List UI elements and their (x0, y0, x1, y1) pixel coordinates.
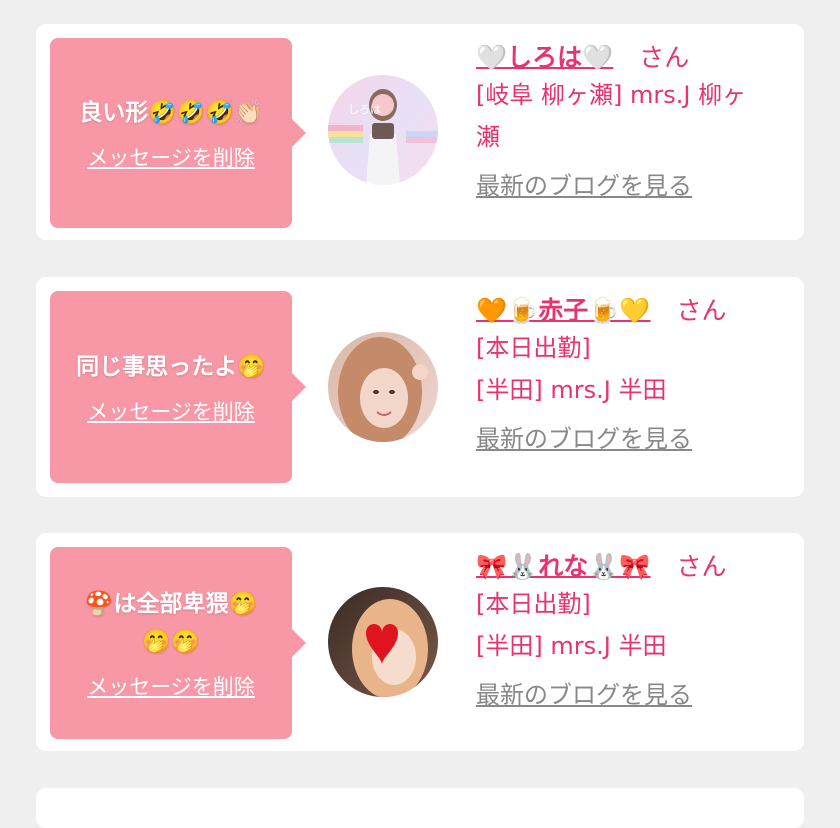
message-bubble: 同じ事思ったよ🤭 メッセージを削除 (50, 291, 306, 483)
message-list: 良い形🤣🤣🤣👏🏻 メッセージを削除 しろは 🤍しろは🤍 さん [岐阜 柳ヶ瀬] … (0, 0, 840, 828)
shop-info-cont: 瀬 (476, 123, 500, 151)
shop-info: [岐阜 柳ヶ瀬] mrs.J 柳ヶ (476, 81, 747, 109)
message-card-partial (36, 788, 804, 828)
message-card: 同じ事思ったよ🤭 メッセージを削除 🧡🍺赤子🍺💛 さん [本日出勤] [半田] … (36, 277, 804, 497)
profile-info: 🎀🐰れな🐰🎀 さん [本日出勤] [半田] mrs.J 半田 最新のブログを見る (476, 547, 796, 710)
avatar[interactable]: しろは (328, 75, 438, 185)
message-card: 良い形🤣🤣🤣👏🏻 メッセージを削除 しろは 🤍しろは🤍 さん [岐阜 柳ヶ瀬] … (36, 24, 804, 240)
avatar[interactable] (328, 332, 438, 442)
message-text: 🍄は全部卑猥🤭 (84, 591, 258, 617)
name-row: 🧡🍺赤子🍺💛 さん (476, 291, 796, 327)
profile-name-link[interactable]: 🎀🐰れな🐰🎀 (476, 547, 651, 583)
message-bubble: 🍄は全部卑猥🤭 🤭🤭 メッセージを削除 (50, 547, 306, 739)
message-text: 良い形🤣🤣🤣👏🏻 (79, 100, 263, 126)
message-text-cont: 🤭🤭 (142, 629, 200, 655)
latest-blog-link[interactable]: 最新のブログを見る (476, 166, 796, 201)
avatar[interactable] (328, 587, 438, 697)
profile-name-link[interactable]: 🤍しろは🤍 (476, 38, 613, 74)
attendance-status: [本日出勤] (476, 334, 591, 362)
avatar-image (328, 587, 438, 697)
message-text: 同じ事思ったよ🤭 (76, 354, 266, 380)
delete-message-link[interactable]: メッセージを削除 (87, 142, 255, 172)
name-row: 🎀🐰れな🐰🎀 さん (476, 547, 796, 583)
message-card: 🍄は全部卑猥🤭 🤭🤭 メッセージを削除 🎀🐰れな🐰🎀 さん [本日出勤] [半田… (36, 533, 804, 751)
name-row: 🤍しろは🤍 さん (476, 38, 796, 74)
avatar-image: しろは (328, 75, 438, 185)
message-bubble: 良い形🤣🤣🤣👏🏻 メッセージを削除 (50, 38, 306, 228)
honorific: さん (676, 552, 727, 581)
profile-info: 🧡🍺赤子🍺💛 さん [本日出勤] [半田] mrs.J 半田 最新のブログを見る (476, 291, 796, 454)
shop-info: [半田] mrs.J 半田 (476, 632, 667, 660)
profile-info: 🤍しろは🤍 さん [岐阜 柳ヶ瀬] mrs.J 柳ヶ 瀬 最新のブログを見る (476, 38, 796, 201)
latest-blog-link[interactable]: 最新のブログを見る (476, 419, 796, 454)
delete-message-link[interactable]: メッセージを削除 (87, 396, 255, 426)
honorific: さん (676, 296, 727, 325)
avatar-image (328, 332, 438, 442)
delete-message-link[interactable]: メッセージを削除 (87, 671, 255, 701)
profile-name-link[interactable]: 🧡🍺赤子🍺💛 (476, 291, 651, 327)
svg-text:しろは: しろは (348, 103, 381, 116)
latest-blog-link[interactable]: 最新のブログを見る (476, 675, 796, 710)
attendance-status: [本日出勤] (476, 590, 591, 618)
shop-info: [半田] mrs.J 半田 (476, 376, 667, 404)
honorific: さん (639, 43, 690, 72)
